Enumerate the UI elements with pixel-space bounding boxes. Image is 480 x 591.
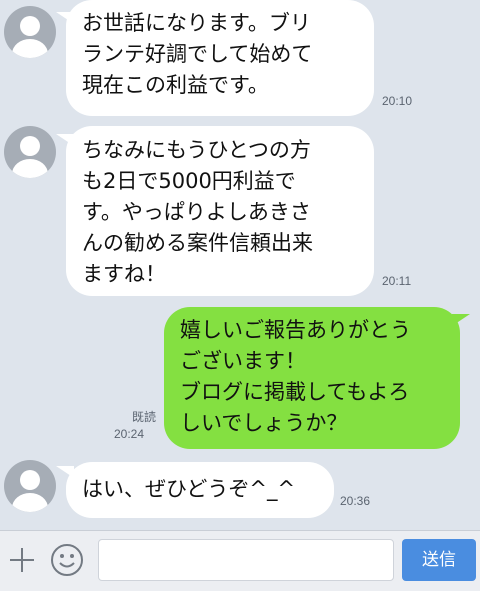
- message-bubble[interactable]: ちなみにもうひとつの方 も2日で5000円利益で す。やっぱりよしあきさ んの勧…: [66, 126, 374, 296]
- message-time: 20:24: [114, 427, 145, 441]
- message-time: 20:10: [382, 94, 413, 108]
- message-bubble[interactable]: はい、ぜひどうぞ^_^: [66, 462, 334, 518]
- message-bubble-outgoing[interactable]: 嬉しいご報告ありがとう ございます！ ブログに掲載してもよろ しいでしょうか？: [164, 307, 460, 449]
- message-line: 現在この利益です。: [82, 73, 269, 97]
- emoji-icon[interactable]: [50, 543, 84, 581]
- message-bubble[interactable]: お世話になります。ブリ ランテ好調でして始めて 現在この利益です。: [66, 0, 374, 116]
- message-line: ブログに掲載してもよろ: [180, 380, 410, 404]
- message-time: 20:36: [340, 494, 371, 508]
- message-line: しいでしょうか？: [180, 411, 348, 435]
- read-receipt: 既読: [131, 410, 156, 424]
- avatar[interactable]: [4, 126, 56, 178]
- message-line: お世話になります。ブリ: [82, 11, 311, 35]
- message-time: 20:11: [382, 274, 412, 288]
- message-input[interactable]: [98, 539, 394, 581]
- plus-icon[interactable]: [10, 548, 34, 572]
- message-line: はい、ぜひどうぞ^_^: [82, 477, 296, 501]
- message-line: ございます！: [180, 349, 306, 373]
- message-line: 嬉しいご報告ありがとう: [180, 318, 411, 342]
- avatar[interactable]: [4, 460, 56, 512]
- message-line: ますね！: [82, 262, 166, 286]
- message-line: ちなみにもうひとつの方: [82, 138, 311, 162]
- chat-area: お世話になります。ブリ ランテ好調でして始めて 現在この利益です。 20:10 …: [0, 0, 480, 530]
- message-line: んの勧める案件信頼出来: [82, 231, 313, 255]
- send-button[interactable]: 送信: [402, 539, 476, 581]
- message-line: す。やっぱりよしあきさ: [82, 200, 311, 224]
- avatar[interactable]: [4, 6, 56, 58]
- message-line: ランテ好調でして始めて: [82, 42, 313, 66]
- message-line: も2日で5000円利益で: [82, 169, 296, 193]
